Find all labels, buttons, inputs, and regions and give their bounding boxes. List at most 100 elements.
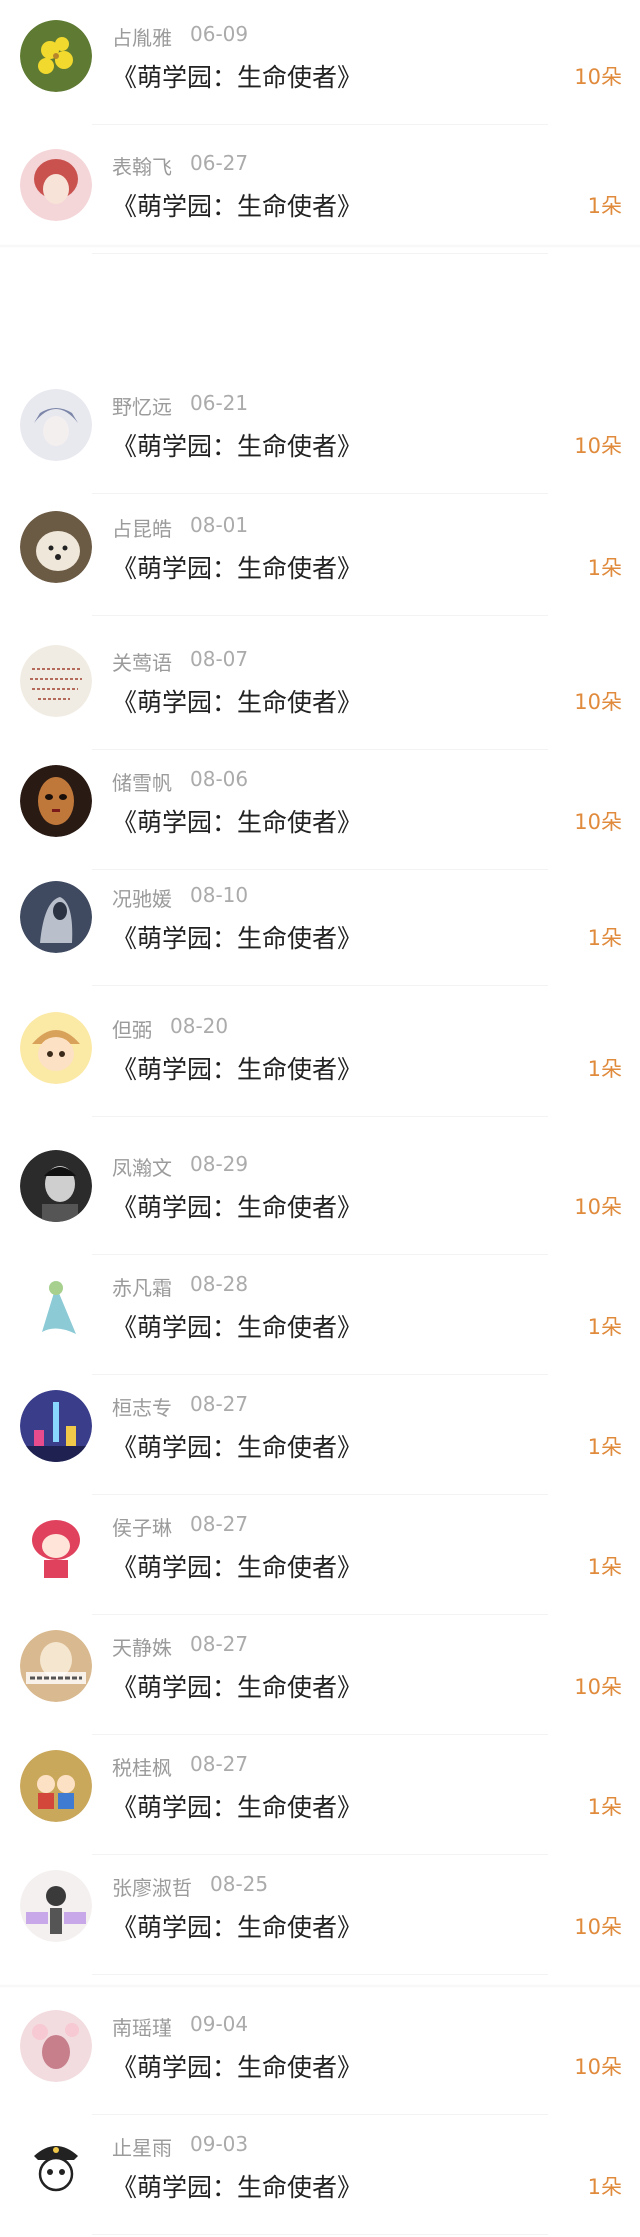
row-divider xyxy=(92,124,548,125)
user-name[interactable]: 侯子琳 xyxy=(112,1512,172,1541)
user-name[interactable]: 占胤雅 xyxy=(112,22,172,51)
work-title[interactable]: 《萌学园：生命使者》 xyxy=(112,1050,362,1086)
gift-record-row[interactable]: 但弼 08-20 《萌学园：生命使者》 1朵 xyxy=(0,1010,640,1110)
work-title[interactable]: 《萌学园：生命使者》 xyxy=(112,919,362,955)
gift-record-row[interactable]: 桓志专 08-27 《萌学园：生命使者》 1朵 xyxy=(0,1388,640,1488)
work-title[interactable]: 《萌学园：生命使者》 xyxy=(112,2168,362,2204)
flower-count: 10朵 xyxy=(574,1195,622,1219)
row-divider xyxy=(92,985,548,986)
row-divider xyxy=(92,1374,548,1375)
work-title[interactable]: 《萌学园：生命使者》 xyxy=(112,427,362,463)
handwritten-text-avatar[interactable] xyxy=(20,645,92,717)
row-divider xyxy=(92,869,548,870)
gift-record-row[interactable]: 止星雨 09-03 《萌学园：生命使者》 1朵 xyxy=(0,2128,640,2228)
row-divider xyxy=(92,493,548,494)
flower-count: 1朵 xyxy=(587,556,622,580)
work-title[interactable]: 《萌学园：生命使者》 xyxy=(112,1548,362,1584)
user-name[interactable]: 况驰媛 xyxy=(112,883,172,912)
gift-date: 08-06 xyxy=(190,767,249,791)
gift-date: 08-20 xyxy=(170,1014,229,1038)
pink-cartoon-girl-avatar[interactable] xyxy=(20,1510,92,1582)
pink-hair-girl-avatar[interactable] xyxy=(20,149,92,221)
gift-date: 09-04 xyxy=(190,2012,249,2036)
gift-date: 08-29 xyxy=(190,1152,249,1176)
gift-record-row[interactable]: 储雪帆 08-06 《萌学园：生命使者》 10朵 xyxy=(0,763,640,863)
work-title[interactable]: 《萌学园：生命使者》 xyxy=(112,1188,362,1224)
work-title[interactable]: 《萌学园：生命使者》 xyxy=(112,549,362,585)
monochrome-man-avatar[interactable] xyxy=(20,1150,92,1222)
gift-record-row[interactable]: 野忆远 06-21 《萌学园：生命使者》 10朵 xyxy=(0,387,640,487)
gift-record-row[interactable]: 占昆皓 08-01 《萌学园：生命使者》 1朵 xyxy=(0,509,640,609)
user-name[interactable]: 表翰飞 xyxy=(112,151,172,180)
blossom-girl-avatar[interactable] xyxy=(20,2010,92,2082)
masked-face-avatar[interactable] xyxy=(20,765,92,837)
work-title[interactable]: 《萌学园：生命使者》 xyxy=(112,1668,362,1704)
grey-cloaked-figure-avatar[interactable] xyxy=(20,881,92,953)
work-title[interactable]: 《萌学园：生命使者》 xyxy=(112,803,362,839)
gift-record-row[interactable]: 赤凡霜 08-28 《萌学园：生命使者》 1朵 xyxy=(0,1268,640,1368)
work-title[interactable]: 《萌学园：生命使者》 xyxy=(112,1788,362,1824)
girl-with-caption-avatar[interactable] xyxy=(20,1630,92,1702)
user-name[interactable]: 税桂枫 xyxy=(112,1752,172,1781)
anime-boy-sketch-avatar[interactable] xyxy=(20,389,92,461)
gift-record-row[interactable]: 南瑶瑾 09-04 《萌学园：生命使者》 10朵 xyxy=(0,2008,640,2108)
user-name[interactable]: 占昆皓 xyxy=(112,513,172,542)
row-divider xyxy=(92,2234,548,2235)
work-title[interactable]: 《萌学园：生命使者》 xyxy=(112,1308,362,1344)
user-name[interactable]: 野忆远 xyxy=(112,391,172,420)
police-cartoon-avatar[interactable] xyxy=(20,2130,92,2202)
gift-record-row[interactable]: 税桂枫 08-27 《萌学园：生命使者》 1朵 xyxy=(0,1748,640,1848)
city-night-skyline-avatar[interactable] xyxy=(20,1390,92,1462)
row-divider xyxy=(92,615,548,616)
cartoon-boy-avatar[interactable] xyxy=(20,1012,92,1084)
gift-date: 08-07 xyxy=(190,647,249,671)
gift-record-row[interactable]: 表翰飞 06-27 《萌学园：生命使者》 1朵 xyxy=(0,147,640,247)
gift-record-row[interactable]: 侯子琳 08-27 《萌学园：生命使者》 1朵 xyxy=(0,1508,640,1608)
user-name[interactable]: 关莺语 xyxy=(112,647,172,676)
gift-record-row[interactable]: 张廖淑哲 08-25 《萌学园：生命使者》 10朵 xyxy=(0,1868,640,1968)
user-name[interactable]: 张廖淑哲 xyxy=(112,1872,192,1901)
gift-date: 08-01 xyxy=(190,513,249,537)
gift-date: 08-10 xyxy=(190,883,249,907)
flower-count: 1朵 xyxy=(587,2175,622,2199)
gift-date: 09-03 xyxy=(190,2132,249,2156)
cartoon-kids-avatar[interactable] xyxy=(20,1750,92,1822)
gift-record-row[interactable]: 天静姝 08-27 《萌学园：生命使者》 10朵 xyxy=(0,1628,640,1728)
gift-record-row[interactable]: 占胤雅 06-09 《萌学园：生命使者》 10朵 xyxy=(0,18,640,118)
user-name[interactable]: 桓志专 xyxy=(112,1392,172,1421)
flower-count: 1朵 xyxy=(587,1555,622,1579)
gift-record-row[interactable]: 关莺语 08-07 《萌学园：生命使者》 10朵 xyxy=(0,643,640,743)
row-divider xyxy=(92,749,548,750)
row-divider xyxy=(92,1116,548,1117)
gift-record-row[interactable]: 凤瀚文 08-29 《萌学园：生命使者》 10朵 xyxy=(0,1148,640,1248)
user-name[interactable]: 南瑶瑾 xyxy=(112,2012,172,2041)
row-divider xyxy=(92,2114,548,2115)
divider xyxy=(0,1984,640,1988)
blank-spacer xyxy=(0,235,640,375)
work-title[interactable]: 《萌学园：生命使者》 xyxy=(112,58,362,94)
white-dog-avatar[interactable] xyxy=(20,511,92,583)
user-name[interactable]: 天静姝 xyxy=(112,1632,172,1661)
row-divider xyxy=(92,1974,548,1975)
user-name[interactable]: 凤瀚文 xyxy=(112,1152,172,1181)
girl-with-signs-avatar[interactable] xyxy=(20,1870,92,1942)
gift-date: 08-25 xyxy=(210,1872,269,1896)
gift-record-row[interactable]: 况驰媛 08-10 《萌学园：生命使者》 1朵 xyxy=(0,879,640,979)
work-title[interactable]: 《萌学园：生命使者》 xyxy=(112,1428,362,1464)
user-name[interactable]: 赤凡霜 xyxy=(112,1272,172,1301)
work-title[interactable]: 《萌学园：生命使者》 xyxy=(112,683,362,719)
flower-count: 10朵 xyxy=(574,1915,622,1939)
row-divider xyxy=(92,253,548,254)
work-title[interactable]: 《萌学园：生命使者》 xyxy=(112,2048,362,2084)
user-name[interactable]: 储雪帆 xyxy=(112,767,172,796)
flower-count: 10朵 xyxy=(574,2055,622,2079)
work-title[interactable]: 《萌学园：生命使者》 xyxy=(112,187,362,223)
user-name[interactable]: 但弼 xyxy=(112,1014,152,1043)
work-title[interactable]: 《萌学园：生命使者》 xyxy=(112,1908,362,1944)
flower-count: 10朵 xyxy=(574,65,622,89)
yellow-flower-avatar[interactable] xyxy=(20,20,92,92)
flower-count: 10朵 xyxy=(574,690,622,714)
user-name[interactable]: 止星雨 xyxy=(112,2132,172,2161)
fairy-figure-avatar[interactable] xyxy=(20,1270,92,1342)
row-divider xyxy=(92,1614,548,1615)
